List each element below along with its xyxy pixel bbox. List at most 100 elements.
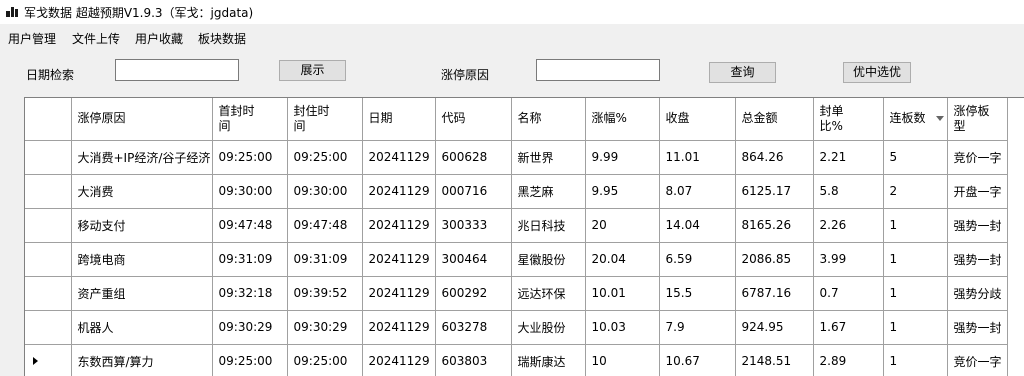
cell-reason[interactable]: 资产重组 [71, 276, 213, 311]
cell-code[interactable]: 600628 [435, 140, 512, 175]
cell-amount[interactable]: 2086.85 [735, 242, 814, 277]
cell-boards[interactable]: 5 [883, 140, 948, 175]
cell-first[interactable]: 09:25:00 [212, 140, 288, 175]
cell-amount[interactable]: 924.95 [735, 310, 814, 345]
cell-seal[interactable]: 5.8 [813, 174, 884, 209]
cell-pct[interactable]: 10.03 [585, 310, 660, 345]
cell-type[interactable]: 强势一封 [947, 208, 1008, 243]
cell-reason[interactable]: 大消费 [71, 174, 213, 209]
cell-reason[interactable]: 东数西算/算力 [71, 344, 213, 376]
cell-date[interactable]: 20241129 [362, 174, 436, 209]
cell-seal[interactable]: 1.67 [813, 310, 884, 345]
table-row[interactable]: 大消费 09:30:00 09:30:00 20241129 000716 黑芝麻 9.95… [25, 174, 1008, 209]
cell-boards[interactable]: 1 [883, 310, 948, 345]
cell-first[interactable]: 09:30:29 [212, 310, 288, 345]
table-row[interactable]: 资产重组 09:32:18 09:39:52 20241129 600292 远达环保 10… [25, 276, 1008, 311]
menu-user-favorites[interactable]: 用户收藏 [135, 30, 183, 47]
cell-seal[interactable]: 0.7 [813, 276, 884, 311]
column-header-date[interactable]: 日期 [362, 98, 436, 141]
row-header[interactable] [25, 310, 72, 345]
cell-code[interactable]: 603278 [435, 310, 512, 345]
cell-code[interactable]: 603803 [435, 344, 512, 376]
cell-date[interactable]: 20241129 [362, 208, 436, 243]
column-header-pct[interactable]: 涨幅% [585, 98, 660, 141]
cell-amount[interactable]: 2148.51 [735, 344, 814, 376]
cell-final[interactable]: 09:30:00 [287, 174, 363, 209]
cell-code[interactable]: 000716 [435, 174, 512, 209]
cell-type[interactable]: 竞价一字 [947, 140, 1008, 175]
row-header[interactable] [25, 344, 72, 376]
cell-date[interactable]: 20241129 [362, 140, 436, 175]
cell-name[interactable]: 瑞斯康达 [511, 344, 586, 376]
data-grid[interactable]: 涨停原因 首封时间封住时间日期 代码 名称 涨幅% 收盘 总金额 封单 比% 连板数 涨停板型 大消… [24, 97, 1024, 376]
cell-code[interactable]: 300333 [435, 208, 512, 243]
cell-boards[interactable]: 1 [883, 242, 948, 277]
menu-file-upload[interactable]: 文件上传 [72, 30, 120, 47]
column-header-first[interactable]: 首封时间 [212, 98, 288, 141]
row-header[interactable] [25, 276, 72, 311]
cell-first[interactable]: 09:25:00 [212, 344, 288, 376]
cell-code[interactable]: 600292 [435, 276, 512, 311]
cell-type[interactable]: 强势一封 [947, 242, 1008, 277]
cell-final[interactable]: 09:25:00 [287, 344, 363, 376]
cell-close[interactable]: 15.5 [659, 276, 736, 311]
cell-type[interactable]: 强势一封 [947, 310, 1008, 345]
cell-name[interactable]: 黑芝麻 [511, 174, 586, 209]
column-header-close[interactable]: 收盘 [659, 98, 736, 141]
column-header-seal[interactable]: 封单 比% [813, 98, 884, 141]
best-of-best-button[interactable]: 优中选优 [843, 62, 911, 83]
cell-name[interactable]: 大业股份 [511, 310, 586, 345]
cell-first[interactable]: 09:32:18 [212, 276, 288, 311]
cell-pct[interactable]: 20 [585, 208, 660, 243]
cell-pct[interactable]: 9.95 [585, 174, 660, 209]
column-header-reason[interactable]: 涨停原因 [71, 98, 213, 141]
table-row[interactable]: 机器人 09:30:29 09:30:29 20241129 603278 大业股份 10.… [25, 310, 1008, 345]
menu-sector-data[interactable]: 板块数据 [198, 30, 246, 47]
cell-type[interactable]: 强势分歧 [947, 276, 1008, 311]
cell-pct[interactable]: 20.04 [585, 242, 660, 277]
table-row[interactable]: 移动支付 09:47:48 09:47:48 20241129 300333 兆日科技 20… [25, 208, 1008, 243]
table-row[interactable]: 跨境电商 09:31:09 09:31:09 20241129 300464 星徽股份 20… [25, 242, 1008, 277]
cell-first[interactable]: 09:30:00 [212, 174, 288, 209]
cell-final[interactable]: 09:39:52 [287, 276, 363, 311]
cell-boards[interactable]: 1 [883, 276, 948, 311]
row-header[interactable] [25, 140, 72, 175]
column-header-type[interactable]: 涨停板型 [947, 98, 1008, 141]
row-header[interactable] [25, 174, 72, 209]
row-header[interactable] [25, 242, 72, 277]
cell-type[interactable]: 开盘一字 [947, 174, 1008, 209]
cell-name[interactable]: 兆日科技 [511, 208, 586, 243]
cell-pct[interactable]: 10 [585, 344, 660, 376]
cell-close[interactable]: 14.04 [659, 208, 736, 243]
column-header-amount[interactable]: 总金额 [735, 98, 814, 141]
column-header-code[interactable]: 代码 [435, 98, 512, 141]
column-header-boards[interactable]: 连板数 [883, 98, 948, 141]
cell-final[interactable]: 09:47:48 [287, 208, 363, 243]
cell-final[interactable]: 09:30:29 [287, 310, 363, 345]
cell-type[interactable]: 竞价一字 [947, 344, 1008, 376]
column-header-final[interactable]: 封住时间 [287, 98, 363, 141]
cell-close[interactable]: 11.01 [659, 140, 736, 175]
cell-pct[interactable]: 10.01 [585, 276, 660, 311]
cell-date[interactable]: 20241129 [362, 276, 436, 311]
query-button[interactable]: 查询 [709, 62, 776, 83]
cell-first[interactable]: 09:47:48 [212, 208, 288, 243]
cell-boards[interactable]: 1 [883, 344, 948, 376]
cell-name[interactable]: 远达环保 [511, 276, 586, 311]
column-header-name[interactable]: 名称 [511, 98, 586, 141]
cell-name[interactable]: 新世界 [511, 140, 586, 175]
cell-amount[interactable]: 8165.26 [735, 208, 814, 243]
cell-amount[interactable]: 6125.17 [735, 174, 814, 209]
table-row[interactable]: 大消费+IP经济/谷子经济 09:25:00 09:25:00 20241129 600… [25, 140, 1008, 175]
cell-final[interactable]: 09:25:00 [287, 140, 363, 175]
cell-seal[interactable]: 2.26 [813, 208, 884, 243]
cell-seal[interactable]: 2.89 [813, 344, 884, 376]
row-header[interactable] [25, 208, 72, 243]
menu-user-management[interactable]: 用户管理 [8, 30, 56, 47]
cell-close[interactable]: 10.67 [659, 344, 736, 376]
cell-pct[interactable]: 9.99 [585, 140, 660, 175]
cell-reason[interactable]: 跨境电商 [71, 242, 213, 277]
cell-reason[interactable]: 移动支付 [71, 208, 213, 243]
limit-reason-input[interactable] [536, 59, 660, 81]
cell-name[interactable]: 星徽股份 [511, 242, 586, 277]
